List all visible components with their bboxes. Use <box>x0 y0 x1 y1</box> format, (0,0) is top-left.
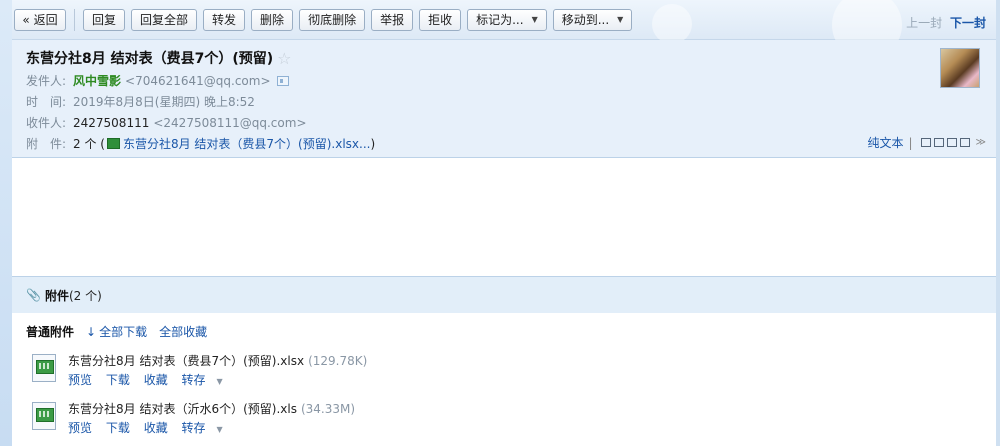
attachment-links: 预览 下载 收藏 转存 ▼ <box>68 419 355 436</box>
mail-toolbar: « 返回 回复 回复全部 转发 删除 彻底删除 举报 拒收 标记为... ▼ 移… <box>12 0 996 60</box>
attachment-name: 东营分社8月 结对表（沂水6个）(预留).xls <box>68 402 297 416</box>
attachment-size: (34.33M) <box>300 402 356 416</box>
right-frame-edge <box>996 0 1000 446</box>
plain-text-link[interactable]: 纯文本 <box>867 134 903 151</box>
window-icon[interactable] <box>933 138 944 147</box>
chevron-down-icon: ▼ <box>617 15 624 24</box>
toolbar-separator <box>74 8 75 31</box>
move-to-dropdown[interactable]: 移动到... ▼ <box>552 8 633 31</box>
sender-name[interactable]: 风中雪影 <box>73 72 121 89</box>
star-icon[interactable]: ☆ <box>277 49 291 68</box>
attachment-type-label: 普通附件 <box>26 325 75 339</box>
print-icon[interactable] <box>959 138 970 147</box>
attachment-name-row: 东营分社8月 结对表（费县7个）(预留).xlsx (129.78K) <box>68 352 367 369</box>
attachment-item: 东营分社8月 结对表（沂水6个）(预留).xls (34.33M) 预览 下载 收… <box>26 400 982 436</box>
chevron-down-icon: ▼ <box>216 377 223 386</box>
recipient-row: 收件人: 2427508111 <2427508111@qq.com> <box>26 114 982 131</box>
collect-all-link[interactable]: 全部收藏 <box>159 323 207 340</box>
preview-link[interactable]: 预览 <box>68 421 92 435</box>
recipient-address: <2427508111@qq.com> <box>153 115 307 130</box>
download-all-link[interactable]: 全部下载 <box>99 323 147 340</box>
attachment-section-header: 📎 附件 (2 个) <box>12 277 996 313</box>
chevron-down-icon: ▼ <box>216 425 223 434</box>
contact-card-icon[interactable] <box>276 75 289 86</box>
mail-body <box>12 158 996 276</box>
print-preview-icon[interactable] <box>946 138 957 147</box>
attachment-label: 附 件: <box>26 137 67 151</box>
save-to-label: 转存 <box>181 421 206 435</box>
report-button[interactable]: 举报 <box>371 8 414 31</box>
attachment-links: 预览 下载 收藏 转存 ▼ <box>68 371 367 388</box>
attachment-size: (129.78K) <box>308 354 368 368</box>
sender-address: <704621641@qq.com> <box>125 73 271 88</box>
attachment-row: 附 件: 2 个 ( 东营分社8月 结对表（费县7个）(预留).xlsx... … <box>26 135 982 152</box>
attachment-section-count: (2 个) <box>68 288 102 303</box>
decor-bubble <box>652 4 692 44</box>
recipient-label: 收件人: <box>26 116 67 130</box>
attachment-actions: 普通附件 ↓ 全部下载 全部收藏 <box>26 323 982 340</box>
collect-link[interactable]: 收藏 <box>144 373 168 387</box>
expand-more-icon[interactable]: ≫ <box>976 137 986 148</box>
excel-file-icon <box>106 138 120 149</box>
next-mail-link[interactable]: 下一封 <box>950 16 986 30</box>
delete-permanent-button[interactable]: 彻底删除 <box>299 8 366 31</box>
attachment-section: 📎 附件 (2 个) 普通附件 ↓ 全部下载 全部收藏 东营分社8月 结对表（费… <box>12 276 996 446</box>
reply-all-button[interactable]: 回复全部 <box>131 8 198 31</box>
attachment-link[interactable]: 东营分社8月 结对表（费县7个）(预留).xlsx... <box>123 135 371 152</box>
recipient-name: 2427508111 <box>73 115 150 130</box>
excel-file-icon <box>32 354 56 382</box>
attachment-count: 2 个 ( <box>73 137 105 151</box>
sender-row: 发件人: 风中雪影 <704621641@qq.com> <box>26 72 982 89</box>
attachment-section-title: 附件 <box>44 288 69 303</box>
attachment-list: 普通附件 ↓ 全部下载 全部收藏 东营分社8月 结对表（费县7个）(预留).xl… <box>12 313 996 446</box>
new-window-icon[interactable] <box>920 138 931 147</box>
sender-avatar[interactable] <box>940 48 980 88</box>
attachment-name: 东营分社8月 结对表（费县7个）(预留).xlsx <box>68 354 305 368</box>
preview-link[interactable]: 预览 <box>68 373 92 387</box>
save-to-label: 转存 <box>181 373 206 387</box>
mail-subject-row: 东营分社8月 结对表（费县7个）(预留) ☆ <box>26 48 982 68</box>
forward-button[interactable]: 转发 <box>203 8 246 31</box>
reply-button[interactable]: 回复 <box>83 8 126 31</box>
attachment-close-paren: ) <box>370 136 376 151</box>
time-value: 2019年8月8日(星期四) 晚上8:52 <box>73 95 255 109</box>
tools-divider: | <box>908 135 913 150</box>
attachment-name-row: 东营分社8月 结对表（沂水6个）(预留).xls (34.33M) <box>68 400 355 417</box>
delete-button[interactable]: 删除 <box>251 8 294 31</box>
mail-subject: 东营分社8月 结对表（费县7个）(预留) <box>26 51 274 67</box>
chevron-down-icon: ▼ <box>531 15 538 24</box>
download-link[interactable]: 下载 <box>106 373 130 387</box>
paperclip-icon: 📎 <box>26 288 41 302</box>
collect-link[interactable]: 收藏 <box>144 421 168 435</box>
mark-as-dropdown[interactable]: 标记为... ▼ <box>467 8 547 31</box>
mark-as-label: 标记为... <box>476 13 524 27</box>
sender-label: 发件人: <box>26 74 67 88</box>
reject-button[interactable]: 拒收 <box>419 8 462 31</box>
attachment-info: 东营分社8月 结对表（费县7个）(预留).xlsx (129.78K) 预览 下载… <box>68 352 367 388</box>
excel-file-icon <box>32 402 56 430</box>
time-label: 时 间: <box>26 95 67 109</box>
mail-read-view: « 返回 回复 回复全部 转发 删除 彻底删除 举报 拒收 标记为... ▼ 移… <box>12 0 996 446</box>
view-tools: 纯文本 | ≫ <box>867 134 986 151</box>
move-to-label: 移动到... <box>561 13 610 27</box>
download-link[interactable]: 下载 <box>106 421 130 435</box>
prev-next-nav: 上一封 下一封 <box>906 14 986 31</box>
mail-header: 东营分社8月 结对表（费县7个）(预留) ☆ 发件人: 风中雪影 <704621… <box>12 40 996 158</box>
download-arrow-icon: ↓ <box>86 324 97 339</box>
prev-mail-link[interactable]: 上一封 <box>906 16 942 30</box>
attachment-item: 东营分社8月 结对表（费县7个）(预留).xlsx (129.78K) 预览 下载… <box>26 352 982 388</box>
attachment-info: 东营分社8月 结对表（沂水6个）(预留).xls (34.33M) 预览 下载 收… <box>68 400 355 436</box>
save-to-dropdown[interactable]: 转存 ▼ <box>182 421 233 435</box>
back-button[interactable]: « 返回 <box>14 8 66 31</box>
time-row: 时 间: 2019年8月8日(星期四) 晚上8:52 <box>26 93 982 110</box>
save-to-dropdown[interactable]: 转存 ▼ <box>182 373 233 387</box>
left-frame-edge <box>0 0 12 446</box>
